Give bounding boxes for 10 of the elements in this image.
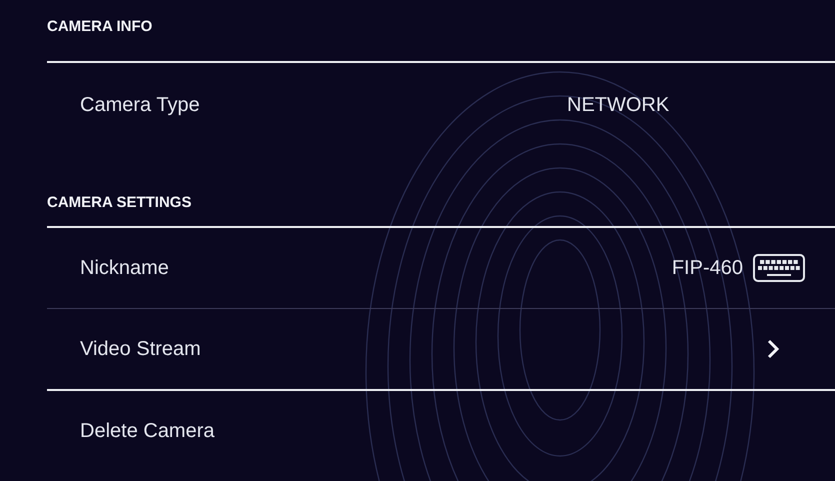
setting-label: Video Stream (80, 338, 201, 360)
section-header: CAMERA SETTINGS (47, 193, 192, 213)
setting-label: Nickname (80, 256, 169, 280)
nickname-value: FIP-460 (672, 256, 743, 280)
setting-value: NETWORK (567, 94, 670, 116)
setting-label: Delete Camera (80, 420, 215, 442)
section-header: CAMERA INFO (47, 17, 154, 37)
chevron-right-icon[interactable] (766, 339, 780, 359)
setting-label: Camera Type (80, 94, 200, 116)
keyboard-icon[interactable] (753, 254, 805, 282)
